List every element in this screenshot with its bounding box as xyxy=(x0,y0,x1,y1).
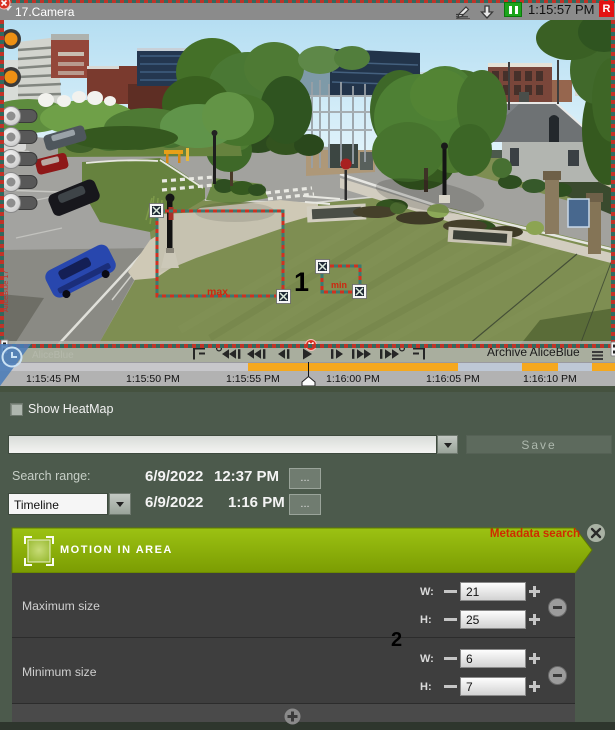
svg-text:max: max xyxy=(207,286,228,298)
svg-text:1: 1 xyxy=(294,267,309,297)
svg-text:AliceBlue: AliceBlue xyxy=(32,350,74,361)
svg-text:min: min xyxy=(331,280,347,290)
